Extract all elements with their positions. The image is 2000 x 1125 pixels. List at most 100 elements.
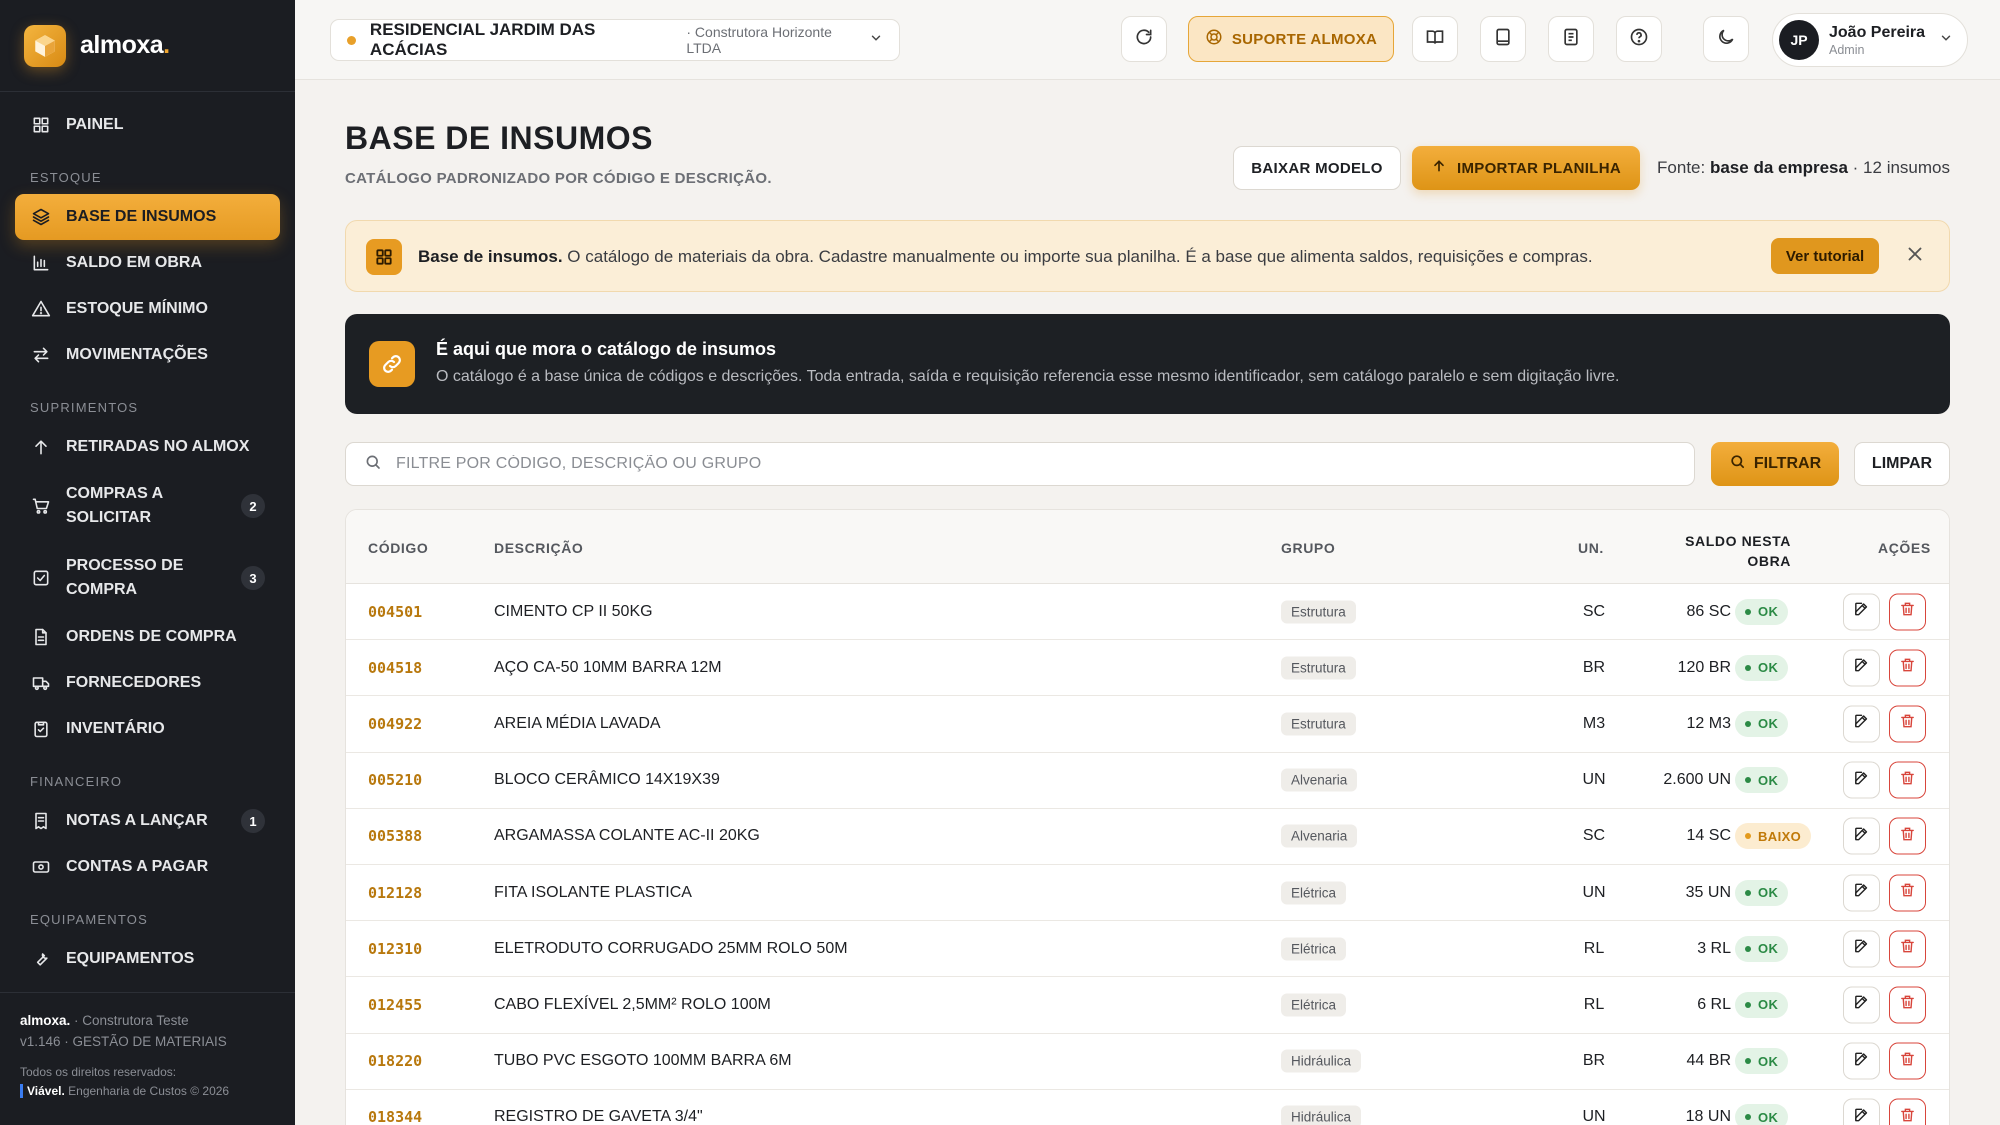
delete-button[interactable] [1889, 705, 1926, 743]
sidebar-item-notas-a-lancar[interactable]: NOTAS A LANÇAR 1 [15, 798, 280, 844]
item-unit: SC [1582, 827, 1606, 845]
sidebar-item-base-de-insumos[interactable]: BASE DE INSUMOS [15, 194, 280, 240]
sidebar-item-label: COMPRAS A SOLICITAR [66, 485, 163, 526]
filter-button[interactable]: FILTRAR [1711, 442, 1839, 486]
edit-button[interactable] [1843, 986, 1880, 1024]
search-input[interactable] [396, 455, 1646, 473]
delete-button[interactable] [1889, 817, 1926, 855]
project-selector[interactable]: RESIDENCIAL JARDIM DAS ACÁCIAS · Constru… [330, 19, 900, 61]
sidebar-item-ordens-de-compra[interactable]: ORDENS DE COMPRA [15, 614, 280, 660]
edit-icon [1853, 1106, 1870, 1125]
item-code[interactable]: 012128 [368, 884, 422, 902]
sidebar-item-painel[interactable]: PAINEL [15, 102, 280, 148]
table-row[interactable]: 012455 CABO FLEXÍVEL 2,5MM² ROLO 100M El… [346, 977, 1949, 1034]
brand[interactable]: almoxa. [0, 0, 295, 92]
edit-button[interactable] [1843, 874, 1880, 912]
table-row[interactable]: 004518 AÇO CA-50 10MM BARRA 12M Estrutur… [346, 640, 1949, 697]
grid-icon [30, 114, 52, 136]
download-template-button[interactable]: BAIXAR MODELO [1233, 146, 1401, 190]
delete-button[interactable] [1889, 1098, 1926, 1125]
topbar: RESIDENCIAL JARDIM DAS ACÁCIAS · Constru… [295, 0, 2000, 80]
item-code[interactable]: 004922 [368, 715, 422, 733]
nav-section-label: SUPRIMENTOS [30, 400, 139, 415]
sidebar-item-label: BASE DE INSUMOS [66, 208, 217, 225]
sidebar-item-fornecedores[interactable]: FORNECEDORES [15, 660, 280, 706]
sidebar-item-label: ORDENS DE COMPRA [66, 628, 237, 645]
delete-button[interactable] [1889, 649, 1926, 687]
col-unit[interactable]: UN. [1578, 540, 1604, 556]
search-icon [364, 453, 382, 476]
manual-button[interactable] [1480, 16, 1526, 62]
sidebar-item-inventario[interactable]: INVENTÁRIO [15, 706, 280, 752]
support-button[interactable]: SUPORTE ALMOXA [1188, 16, 1394, 62]
tutorial-button[interactable]: Ver tutorial [1771, 238, 1879, 274]
table-row[interactable]: 018220 TUBO PVC ESGOTO 100MM BARRA 6M Hi… [346, 1034, 1949, 1090]
delete-button[interactable] [1889, 1042, 1926, 1080]
clear-button[interactable]: LIMPAR [1854, 442, 1950, 486]
notes-button[interactable] [1548, 16, 1594, 62]
delete-button[interactable] [1889, 986, 1926, 1024]
sidebar-item-processo-de-compra[interactable]: PROCESSO DE COMPRA 3 [15, 542, 280, 614]
col-code[interactable]: CÓDIGO [368, 540, 428, 556]
edit-button[interactable] [1843, 761, 1880, 799]
sidebar-item-retiradas-no-almox[interactable]: RETIRADAS NO ALMOX [15, 424, 280, 470]
project-name: RESIDENCIAL JARDIM DAS ACÁCIAS [369, 20, 596, 59]
col-saldo[interactable]: SALDO NESTA OBRA [1685, 531, 1791, 571]
group-tag: Hidráulica [1281, 1105, 1362, 1125]
item-code[interactable]: 004501 [368, 603, 422, 621]
col-description[interactable]: DESCRIÇÃO [494, 540, 583, 556]
sidebar-item-equipamentos[interactable]: EQUIPAMENTOS [15, 936, 280, 982]
edit-button[interactable] [1843, 705, 1880, 743]
sidebar-item-compras-a-solicitar[interactable]: COMPRAS A SOLICITAR 2 [15, 470, 280, 542]
help-button[interactable] [1616, 16, 1662, 62]
theme-toggle-button[interactable] [1703, 16, 1749, 62]
col-group[interactable]: GRUPO [1281, 540, 1335, 556]
item-code[interactable]: 004518 [368, 659, 422, 677]
item-code[interactable]: 018344 [368, 1108, 422, 1125]
footer-brand: almoxa. [20, 1013, 71, 1028]
item-unit: RL [1583, 939, 1605, 957]
edit-button[interactable] [1843, 930, 1880, 968]
close-icon[interactable] [1904, 243, 1926, 270]
sidebar-item-label: SALDO EM OBRA [66, 254, 202, 271]
table-row[interactable]: 018344 REGISTRO DE GAVETA 3/4" Hidráulic… [346, 1090, 1949, 1125]
sidebar-item-movimentacoes[interactable]: MOVIMENTAÇÕES [15, 332, 280, 378]
refresh-button[interactable] [1121, 16, 1167, 62]
banner-title: Base de insumos. [418, 247, 563, 266]
table-row[interactable]: 005210 BLOCO CERÂMICO 14X19X39 Alvenaria… [346, 753, 1949, 809]
item-code[interactable]: 005388 [368, 827, 422, 845]
status-dot [1745, 1114, 1751, 1121]
edit-button[interactable] [1843, 649, 1880, 687]
delete-button[interactable] [1889, 874, 1926, 912]
table-row[interactable]: 004922 AREIA MÉDIA LAVADA Estrutura M3 1… [346, 696, 1949, 753]
table-row[interactable]: 012128 FITA ISOLANTE PLASTICA Elétrica U… [346, 865, 1949, 922]
delete-button[interactable] [1889, 761, 1926, 799]
item-code[interactable]: 005210 [368, 771, 422, 789]
import-spreadsheet-button[interactable]: IMPORTAR PLANILHA [1412, 146, 1640, 190]
library-button[interactable] [1412, 16, 1458, 62]
user-menu[interactable]: JP João Pereira Admin [1772, 13, 1968, 67]
table-row[interactable]: 005388 ARGAMASSA COLANTE AC-II 20KG Alve… [346, 809, 1949, 865]
viavel-logo: Viável. [20, 1084, 65, 1098]
edit-button[interactable] [1843, 1098, 1880, 1125]
item-code[interactable]: 012310 [368, 940, 422, 958]
status-label: OK [1758, 772, 1779, 788]
table-row[interactable]: 012310 ELETRODUTO CORRUGADO 25MM ROLO 50… [346, 921, 1949, 978]
status-badge: OK [1735, 598, 1789, 625]
item-description: REGISTRO DE GAVETA 3/4" [494, 1108, 703, 1125]
support-label: SUPORTE ALMOXA [1231, 30, 1378, 48]
sidebar-item-saldo-em-obra[interactable]: SALDO EM OBRA [15, 240, 280, 286]
delete-button[interactable] [1889, 930, 1926, 968]
edit-button[interactable] [1843, 1042, 1880, 1080]
edit-button[interactable] [1843, 817, 1880, 855]
table-row[interactable]: 004501 CIMENTO CP II 50KG Estrutura SC 8… [346, 584, 1949, 641]
warning-icon [30, 298, 52, 320]
trash-icon [1899, 1050, 1916, 1072]
sidebar-item-estoque-minimo[interactable]: ESTOQUE MÍNIMO [15, 286, 280, 332]
edit-button[interactable] [1843, 593, 1880, 631]
item-code[interactable]: 012455 [368, 996, 422, 1014]
delete-button[interactable] [1889, 593, 1926, 631]
item-code[interactable]: 018220 [368, 1052, 422, 1070]
cash-icon [30, 856, 52, 878]
sidebar-item-contas-a-pagar[interactable]: CONTAS A PAGAR [15, 844, 280, 890]
